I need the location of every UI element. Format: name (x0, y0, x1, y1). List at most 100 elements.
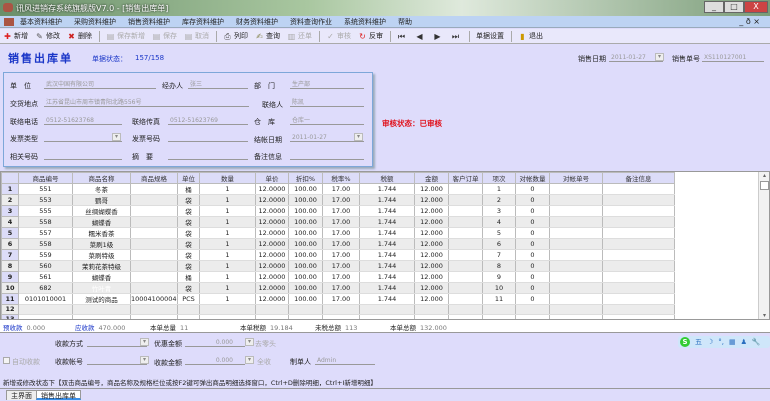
toolbar-button[interactable]: ✓ 审核 (326, 31, 351, 41)
table-cell[interactable]: 12.0000 (255, 260, 289, 272)
table-cell[interactable]: 553 (18, 194, 73, 206)
toolbar-button[interactable]: ⏭ (451, 32, 462, 41)
table-cell[interactable]: 17.00 (322, 282, 360, 294)
table-cell[interactable]: 12.000 (414, 282, 449, 294)
toolbar-button[interactable]: ▤ 保存 (152, 31, 177, 41)
table-cell[interactable]: 茉莉花茶特级 (72, 260, 131, 272)
table-cell[interactable] (602, 205, 675, 217)
table-cell[interactable]: 559 (18, 249, 73, 261)
table-cell[interactable]: 100.00 (288, 293, 323, 305)
column-header[interactable]: 商品规格 (130, 172, 178, 184)
table-cell[interactable]: 11 (482, 293, 516, 305)
table-cell[interactable] (602, 282, 675, 294)
items-grid[interactable]: 商品编号 商品名称 商品规格 单位 数量 单价 折扣% 税率% 税额 金额 客户订单 项次 对帐数量 对帐… (0, 171, 770, 320)
table-cell[interactable]: 丝绸蝴蝶香 (72, 205, 131, 217)
table-cell[interactable]: 12.000 (414, 227, 449, 239)
table-cell[interactable]: 1.744 (359, 271, 415, 283)
table-cell[interactable]: 1.744 (359, 194, 415, 206)
table-cell[interactable] (448, 216, 483, 228)
table-cell[interactable]: 682 (18, 282, 73, 294)
chevron-down-icon[interactable]: ▾ (655, 53, 664, 61)
ime-punctuation-icon[interactable]: °, (718, 338, 724, 346)
table-cell[interactable] (130, 238, 178, 250)
sales-number-field[interactable]: XS110127001 (702, 53, 764, 62)
toolbar-button[interactable]: ✎ 修改 (35, 31, 60, 41)
table-cell[interactable]: 1 (199, 183, 256, 195)
table-cell[interactable]: 3 (482, 205, 516, 217)
table-cell[interactable]: 0 (515, 238, 550, 250)
table-cell[interactable] (549, 194, 603, 206)
table-row[interactable]: 7 559 菜刷特级袋 1 12.0000 100.00 17.00 1.744 12.000 7… (1, 249, 675, 261)
table-cell[interactable]: 17.00 (322, 216, 360, 228)
table-cell[interactable]: 1.744 (359, 238, 415, 250)
table-cell[interactable] (448, 238, 483, 250)
table-cell[interactable]: 1 (199, 194, 256, 206)
table-cell[interactable]: 0 (515, 194, 550, 206)
table-cell[interactable]: 6 (482, 238, 516, 250)
table-cell[interactable] (549, 282, 603, 294)
ime-wubi-icon[interactable]: 五 (695, 337, 702, 347)
table-row[interactable]: 6 558 菜刷1级袋 1 12.0000 100.00 17.00 1.744 12.000 6… (1, 238, 675, 250)
round-off-label[interactable]: 去零头 (255, 339, 276, 349)
table-cell[interactable]: 袋 (177, 227, 200, 239)
table-cell[interactable] (322, 304, 360, 315)
table-cell[interactable]: 1 (199, 227, 256, 239)
table-cell[interactable]: 12.000 (414, 194, 449, 206)
close-button[interactable]: X (744, 1, 768, 13)
table-cell[interactable]: 12.000 (414, 205, 449, 217)
table-cell[interactable]: 1 (482, 183, 516, 195)
table-cell[interactable]: 0 (515, 260, 550, 272)
table-cell[interactable]: 561 (18, 271, 73, 283)
ime-toolbar[interactable]: S 五 ☽ °, ▦ ♟ 🔧 (678, 336, 770, 348)
toolbar-button[interactable]: ▤ 保存新增 (106, 31, 145, 41)
table-cell[interactable]: 100.00 (288, 260, 323, 272)
table-cell[interactable] (414, 304, 449, 315)
table-cell[interactable]: 100.00 (288, 194, 323, 206)
table-cell[interactable] (549, 304, 603, 315)
table-cell[interactable]: 100.00 (288, 183, 323, 195)
table-cell[interactable] (549, 260, 603, 272)
menu-item[interactable]: 基本资料维护 (20, 16, 62, 28)
table-cell[interactable]: 12.0000 (255, 205, 289, 217)
table-cell[interactable]: 袋 (177, 205, 200, 217)
table-cell[interactable] (130, 194, 178, 206)
column-header[interactable]: 对帐数量 (515, 172, 550, 184)
payment-method-select[interactable] (87, 338, 147, 347)
table-cell[interactable]: 100.00 (288, 238, 323, 250)
table-cell[interactable]: 袋 (177, 282, 200, 294)
table-cell[interactable]: 1 (199, 260, 256, 272)
table-row[interactable]: 9 561 蝴蝶香桶 1 12.0000 100.00 17.00 1.744 12.000 9 0 (1, 271, 675, 283)
table-cell[interactable]: 竹叶青 (72, 282, 131, 294)
mdi-restore[interactable]: ð (746, 17, 751, 26)
table-cell[interactable]: 558 (18, 216, 73, 228)
table-cell[interactable]: 12.0000 (255, 194, 289, 206)
mdi-close[interactable]: × (753, 17, 760, 26)
table-cell[interactable] (602, 238, 675, 250)
invoice-no-field[interactable] (168, 133, 248, 142)
phone-field[interactable]: 0512-51623768 (44, 116, 122, 125)
sogou-ime-icon[interactable]: S (680, 337, 690, 347)
column-header[interactable]: 数量 (199, 172, 256, 184)
table-cell[interactable]: 2 (482, 194, 516, 206)
table-cell[interactable] (130, 282, 178, 294)
table-cell[interactable] (602, 194, 675, 206)
table-row[interactable]: 110101010001测试的商品100041000040.PCS112.000… (1, 293, 675, 305)
table-cell[interactable]: 袋 (177, 260, 200, 272)
table-cell[interactable] (549, 227, 603, 239)
table-cell[interactable] (130, 249, 178, 261)
unit-field[interactable]: 武汉中国有限公司 (44, 80, 156, 89)
table-cell[interactable]: 12.000 (414, 216, 449, 228)
table-cell[interactable]: 1.744 (359, 216, 415, 228)
minimize-button[interactable]: _ (704, 1, 724, 13)
table-cell[interactable] (130, 183, 178, 195)
table-row[interactable]: 3 555 丝绸蝴蝶香袋 1 12.0000 100.00 17.00 1.744 12.000… (1, 205, 675, 217)
table-cell[interactable] (602, 249, 675, 261)
table-cell[interactable] (448, 293, 483, 305)
table-cell[interactable] (448, 249, 483, 261)
table-cell[interactable]: 鹦哥 (72, 194, 131, 206)
menu-item[interactable]: 采购资料维护 (74, 16, 116, 28)
handler-field[interactable]: 张三 (188, 80, 248, 89)
table-cell[interactable]: 1.744 (359, 183, 415, 195)
table-cell[interactable]: 1 (199, 238, 256, 250)
toolbar-button[interactable]: ▮ 退出 (518, 31, 543, 41)
